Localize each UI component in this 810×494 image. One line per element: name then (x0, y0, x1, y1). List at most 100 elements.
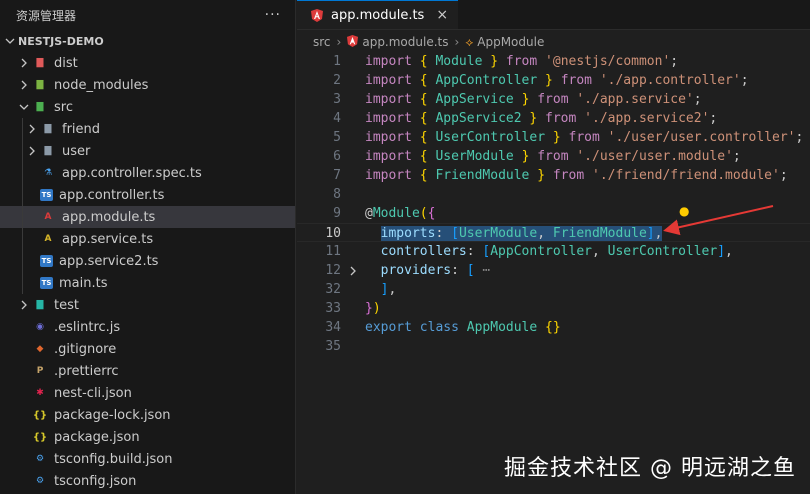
class-symbol-icon: ⟡ (465, 34, 474, 49)
code-token: , (654, 226, 663, 241)
tree-item-label: node_modules (54, 77, 149, 93)
fold-chevron-icon[interactable] (341, 261, 365, 280)
code-line[interactable]: 2 import { AppController } from './app.co… (297, 71, 810, 90)
tree-item[interactable]: ▇ friend (0, 118, 295, 140)
code-line[interactable]: 6 import { UserModule } from './user/user… (297, 147, 810, 166)
code-line[interactable]: 33}) (297, 299, 810, 318)
code-token: [ (451, 226, 459, 241)
tree-item[interactable]: ◉ .eslintrc.js (0, 316, 295, 338)
code-line[interactable]: 5 import { UserController } from './user/… (297, 128, 810, 147)
folder-icon: ▇ (44, 124, 52, 134)
code-line[interactable]: 3 import { AppService } from './app.servi… (297, 90, 810, 109)
code-line[interactable]: 9 @Module({ (297, 204, 810, 223)
eslint-icon: ◉ (36, 322, 44, 332)
line-number: 34 (325, 320, 341, 335)
code-token: FriendModule (552, 226, 647, 241)
code-token: './user/user.module' (576, 149, 733, 164)
tree-item[interactable]: ▇ user (0, 140, 295, 162)
tree-item[interactable]: ⚙ tsconfig.build.json (0, 448, 295, 470)
code-token: Module (435, 54, 483, 69)
code-token: './app.controller' (599, 73, 741, 88)
code-line[interactable]: 35 (297, 337, 810, 356)
code-token: { (419, 54, 428, 69)
tree-item[interactable]: ✱ nest-cli.json (0, 382, 295, 404)
code-token: AppController (490, 244, 592, 259)
code-token: ] (717, 244, 726, 259)
git-icon: ◆ (36, 344, 44, 354)
tree-item-label: app.controller.ts (59, 187, 165, 203)
code-token: } (490, 54, 499, 69)
tree-item[interactable]: ▇ dist (0, 52, 295, 74)
tree-item[interactable]: ▇ src (0, 96, 295, 118)
lightbulb-icon[interactable]: ● (679, 204, 689, 218)
code-editor[interactable]: 1 import { Module } from '@nestjs/common'… (297, 52, 810, 356)
tab-app-module[interactable]: app.module.ts × (297, 0, 459, 29)
project-name: NESTJS-DEMO (18, 34, 104, 48)
tree-item[interactable]: P .prettierrc (0, 360, 295, 382)
code-token: class (419, 320, 459, 335)
tree-item[interactable]: Aapp.module.ts (0, 206, 295, 228)
tree-item[interactable]: Aapp.service.ts (0, 228, 295, 250)
fold-gutter (341, 185, 365, 204)
line-number: 35 (325, 339, 341, 354)
tree-item[interactable]: TS app.service2.ts (0, 250, 295, 272)
close-icon[interactable]: × (436, 7, 448, 23)
code-token: from (568, 130, 600, 145)
code-text: import { FriendModule } from './friend/f… (365, 166, 788, 185)
code-line[interactable]: 32 ], (297, 280, 810, 299)
fold-gutter (341, 318, 365, 337)
code-text: import { AppService2 } from './app.servi… (365, 109, 717, 128)
more-actions-icon[interactable]: ··· (265, 7, 281, 23)
chevron-right-icon: › (336, 35, 342, 49)
code-token: { (419, 73, 428, 88)
tree-item[interactable]: TS app.controller.ts (0, 184, 295, 206)
breadcrumb-file[interactable]: app.module.ts (362, 35, 448, 49)
tree-item[interactable]: {} package.json (0, 426, 295, 448)
code-line[interactable]: 4 import { AppService2 } from './app.serv… (297, 109, 810, 128)
tree-item[interactable]: {} package-lock.json (0, 404, 295, 426)
tree-item-label: test (54, 297, 79, 313)
code-line[interactable]: 7 import { FriendModule } from './friend/… (297, 166, 810, 185)
code-text: import { AppService } from './app.servic… (365, 90, 702, 109)
project-root[interactable]: NESTJS-DEMO (0, 30, 295, 52)
chevron-down-icon (16, 99, 32, 115)
line-number: 12 (325, 263, 341, 278)
code-token: ] (646, 226, 655, 241)
tree-item[interactable]: ▇ node_modules (0, 74, 295, 96)
code-line[interactable]: 1 import { Module } from '@nestjs/common'… (297, 52, 810, 71)
tree-item[interactable]: TS main.ts (0, 272, 295, 294)
breadcrumb-folder[interactable]: src (313, 35, 331, 49)
tree-item[interactable]: ⚙ tsconfig.json (0, 470, 295, 492)
indent-guide (22, 184, 23, 206)
line-number: 9 (333, 206, 341, 221)
line-number: 3 (333, 92, 341, 107)
tree-item-label: .prettierrc (54, 363, 119, 379)
code-token: import (365, 92, 412, 107)
folder-node-icon: ▇ (36, 80, 44, 90)
code-line[interactable]: 8 (297, 185, 810, 204)
code-token: {} (545, 320, 561, 335)
code-line[interactable]: 12 providers: [ ⋯ (297, 261, 810, 280)
tree-item[interactable]: ▇ test (0, 294, 295, 316)
code-line[interactable]: 34 export class AppModule {} (297, 318, 810, 337)
tree-item[interactable]: ◆ .gitignore (0, 338, 295, 360)
breadcrumb-symbol[interactable]: AppModule (477, 35, 544, 49)
tree-item-label: .eslintrc.js (54, 319, 121, 335)
code-line[interactable]: 11 controllers: [AppController, UserCont… (297, 242, 810, 261)
tree-item[interactable]: ⚗ app.controller.spec.ts (0, 162, 295, 184)
code-token: : (435, 226, 452, 241)
line-number: 8 (333, 187, 341, 202)
code-token: './user/user.controller' (607, 130, 796, 145)
code-line[interactable]: 10 imports: [UserModule, FriendModule], (297, 223, 810, 242)
angular-icon (347, 34, 359, 50)
